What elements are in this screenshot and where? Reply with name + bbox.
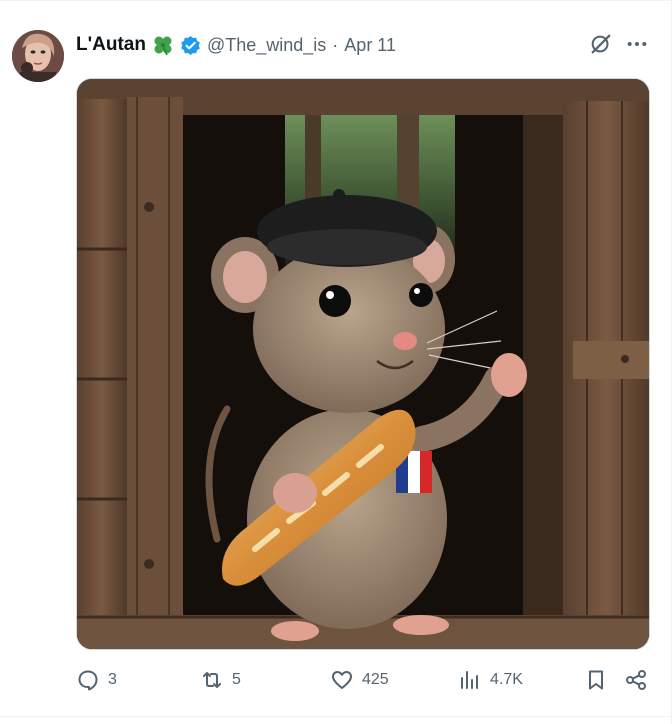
reply-icon xyxy=(78,670,98,691)
verified-badge-icon[interactable] xyxy=(180,35,201,56)
author-handle[interactable]: @The_wind_is xyxy=(207,35,326,56)
reply-button[interactable]: 3 xyxy=(76,664,117,696)
tweet-media-image[interactable] xyxy=(76,78,650,650)
grok-button[interactable] xyxy=(588,31,614,57)
tweet-date[interactable]: Apr 11 xyxy=(344,35,396,56)
like-count: 425 xyxy=(362,671,389,688)
share-icon xyxy=(626,670,646,690)
avatar[interactable] xyxy=(12,30,64,82)
like-button[interactable]: 425 xyxy=(330,664,389,696)
more-dots-icon xyxy=(627,41,647,47)
repost-button[interactable]: 5 xyxy=(200,664,241,696)
more-options-button[interactable] xyxy=(622,31,652,57)
views-chart-icon xyxy=(461,671,478,689)
tweet-header: L'Autan @The_wind_is · Apr 11 xyxy=(76,30,396,60)
views-button[interactable]: 4.7K xyxy=(458,664,523,696)
top-divider xyxy=(0,0,672,1)
bookmark-icon xyxy=(589,670,603,690)
repost-count: 5 xyxy=(232,671,241,688)
author-name[interactable]: L'Autan xyxy=(76,34,146,56)
mouse-baguette-illustration xyxy=(77,79,649,649)
separator-dot: · xyxy=(332,34,339,55)
tweet-actions-bar: 3 5 425 4.7K xyxy=(0,664,672,696)
share-button[interactable] xyxy=(624,664,648,696)
heart-icon xyxy=(332,671,352,689)
views-count: 4.7K xyxy=(490,671,523,688)
four-leaf-clover-icon xyxy=(152,34,174,56)
grok-icon xyxy=(591,34,611,54)
bottom-divider xyxy=(0,716,672,717)
repost-icon xyxy=(203,672,221,688)
avatar-image xyxy=(12,30,64,82)
reply-count: 3 xyxy=(108,671,117,688)
bookmark-button[interactable] xyxy=(584,664,608,696)
